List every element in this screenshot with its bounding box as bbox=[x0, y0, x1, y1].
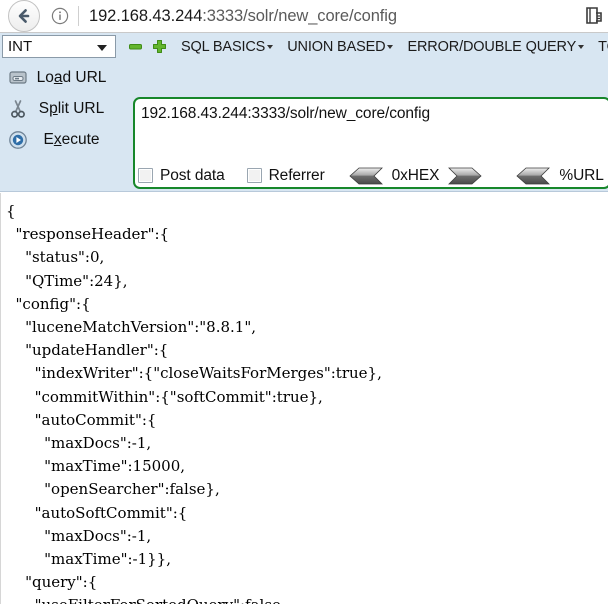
load-url-button[interactable]: Load URL bbox=[0, 62, 128, 93]
referrer-label: Referrer bbox=[268, 166, 325, 184]
split-url-label: Split URL bbox=[38, 99, 105, 117]
menu-union-based[interactable]: UNION BASED bbox=[287, 38, 394, 55]
content-left-edge bbox=[0, 193, 1, 604]
url-decode-button[interactable] bbox=[516, 167, 551, 185]
hex-encoder-label: 0xHEX bbox=[391, 166, 440, 184]
sql-type-select[interactable]: INT bbox=[2, 35, 116, 58]
url-encoder-label: %URL bbox=[559, 166, 604, 184]
chevron-left-button bbox=[516, 167, 551, 184]
hackbar-panel: INT SQL BASICS UNION BASED ERROR/DOUBLE … bbox=[0, 33, 608, 192]
sql-type-select-value: INT bbox=[8, 38, 33, 55]
back-button[interactable] bbox=[8, 0, 40, 32]
execute-button[interactable]: Execute bbox=[0, 124, 128, 155]
chevron-down-icon bbox=[267, 44, 274, 49]
url-divider bbox=[78, 6, 79, 26]
menu-tools-label: TO bbox=[598, 38, 608, 55]
hackbar-options-row: Post data Referrer 0xHEX %URL bbox=[0, 159, 608, 192]
hex-encode-button[interactable] bbox=[448, 167, 482, 185]
chevron-down-icon bbox=[387, 44, 394, 49]
remove-param-button[interactable] bbox=[128, 39, 143, 54]
chevron-down-icon bbox=[578, 44, 585, 49]
menu-error-double-query[interactable]: ERROR/DOUBLE QUERY bbox=[407, 38, 585, 55]
referrer-checkbox[interactable] bbox=[246, 168, 262, 183]
chevron-left-button bbox=[349, 167, 383, 184]
url-encoder-group: %URL bbox=[516, 167, 608, 185]
referrer-checkbox-group[interactable]: Referrer bbox=[246, 166, 325, 185]
menu-sql-basics-label: SQL BASICS bbox=[181, 38, 266, 55]
browser-toolbar: 192.168.43.244:3333/solr/new_core/config bbox=[0, 0, 608, 33]
menu-tools[interactable]: TO bbox=[598, 39, 608, 55]
chevron-right-button bbox=[448, 167, 482, 184]
post-data-label: Post data bbox=[160, 166, 225, 184]
hex-decode-button[interactable] bbox=[349, 167, 383, 185]
hex-encoder-group: 0xHEX bbox=[349, 167, 483, 185]
load-url-icon bbox=[7, 67, 29, 89]
json-response-body: { "responseHeader":{ "status":0, "QTime"… bbox=[6, 202, 382, 604]
hackbar-menu-row: INT SQL BASICS UNION BASED ERROR/DOUBLE … bbox=[0, 33, 608, 60]
menu-sql-basics[interactable]: SQL BASICS bbox=[181, 38, 274, 55]
post-data-checkbox-group[interactable]: Post data bbox=[138, 167, 225, 185]
back-arrow-icon bbox=[18, 9, 30, 23]
execute-play-icon bbox=[7, 129, 29, 151]
reading-list-icon[interactable] bbox=[582, 4, 606, 28]
page-content: { "responseHeader":{ "status":0, "QTime"… bbox=[0, 193, 608, 604]
info-circle-icon[interactable] bbox=[50, 6, 70, 26]
post-data-checkbox[interactable] bbox=[138, 168, 153, 183]
url-host: 192.168.43.244 bbox=[89, 6, 203, 25]
plus-icon bbox=[153, 40, 166, 53]
url-bar[interactable]: 192.168.43.244:3333/solr/new_core/config bbox=[89, 7, 608, 26]
add-param-button[interactable] bbox=[152, 39, 167, 54]
minus-icon bbox=[129, 44, 142, 50]
menu-error-double-query-label: ERROR/DOUBLE QUERY bbox=[407, 38, 577, 55]
url-path: :3333/solr/new_core/config bbox=[202, 6, 397, 25]
menu-union-based-label: UNION BASED bbox=[287, 38, 386, 55]
execute-label: Execute bbox=[43, 130, 100, 148]
scissors-icon bbox=[7, 98, 29, 120]
load-url-label: Load URL bbox=[36, 68, 107, 86]
chevron-down-icon bbox=[97, 44, 107, 51]
hackbar-action-list: Load URL Split URL Execute bbox=[0, 62, 128, 155]
split-url-button[interactable]: Split URL bbox=[0, 93, 128, 124]
